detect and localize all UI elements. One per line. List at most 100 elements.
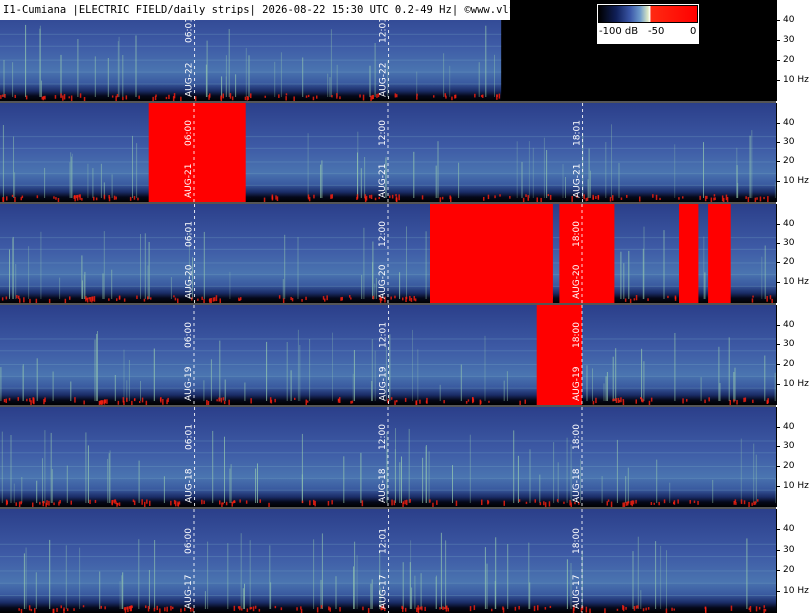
floor-noise — [39, 501, 41, 505]
floor-noise — [126, 397, 128, 402]
floor-noise — [503, 500, 505, 506]
floor-noise — [682, 196, 684, 199]
axis-tick-label: 30 — [783, 137, 795, 147]
activity-streak — [297, 237, 299, 299]
floor-noise — [525, 501, 528, 504]
floor-noise — [451, 96, 453, 101]
activity-streak — [229, 271, 231, 299]
date-label-2: AUG-17 — [572, 575, 582, 609]
floor-noise — [757, 499, 759, 502]
floor-noise — [300, 608, 303, 613]
floor-noise — [70, 500, 72, 505]
activity-streak — [307, 133, 309, 198]
floor-noise — [549, 194, 552, 200]
floor-noise — [231, 501, 233, 507]
floor-noise — [642, 608, 645, 612]
activity-streak — [751, 130, 753, 198]
activity-streak — [52, 371, 54, 401]
floor-noise — [472, 397, 474, 402]
floor-noise — [178, 501, 181, 505]
activity-streak — [121, 575, 123, 609]
floor-noise — [218, 397, 220, 402]
floor-noise — [250, 606, 253, 610]
time-marker-label-1: 12:01 — [379, 322, 389, 348]
floor-noise — [733, 399, 735, 403]
floor-noise — [44, 397, 46, 403]
floor-noise — [264, 95, 266, 98]
floor-noise — [328, 606, 330, 611]
activity-streak — [39, 25, 41, 98]
floor-noise — [6, 500, 8, 505]
axis-tick-label: 40 — [783, 524, 795, 534]
activity-streak — [71, 153, 73, 198]
activity-streak — [221, 76, 223, 97]
floor-noise — [307, 94, 310, 98]
floor-noise — [173, 93, 176, 99]
floor-noise — [496, 94, 498, 97]
floor-noise — [74, 195, 76, 198]
floor-noise — [446, 605, 448, 609]
floor-noise — [416, 93, 418, 97]
floor-noise — [81, 197, 83, 201]
activity-streak — [103, 231, 105, 299]
activity-streak — [274, 61, 276, 97]
floor-noise — [100, 605, 102, 609]
activity-streak — [478, 62, 480, 97]
floor-noise — [56, 607, 58, 612]
activity-streak — [245, 47, 247, 97]
activity-streak — [335, 576, 337, 609]
date-label-1: AUG-19 — [379, 366, 389, 401]
activity-streak — [49, 539, 51, 609]
floor-noise — [655, 194, 658, 200]
floor-noise — [616, 608, 619, 611]
floor-noise — [167, 397, 169, 403]
floor-noise — [312, 96, 315, 101]
activity-streak — [70, 152, 72, 198]
activity-streak — [416, 71, 418, 97]
activity-streak — [336, 64, 338, 97]
floor-noise — [5, 398, 7, 404]
activity-streak — [282, 279, 284, 299]
floor-noise — [69, 296, 71, 300]
activity-streak — [546, 150, 548, 198]
activity-streak — [206, 40, 208, 97]
floor-noise — [374, 197, 377, 201]
activity-streak — [360, 452, 362, 503]
floor-noise — [160, 397, 162, 403]
floor-noise — [275, 195, 277, 200]
floor-noise — [416, 96, 418, 100]
date-label-1: AUG-20 — [378, 264, 388, 299]
floor-noise — [402, 297, 404, 301]
floor-noise — [48, 500, 50, 506]
activity-streak — [703, 236, 705, 299]
floor-noise — [633, 606, 636, 611]
floor-noise — [671, 607, 673, 611]
floor-noise — [658, 501, 660, 506]
harmonic-band-1 — [0, 274, 776, 276]
floor-noise — [372, 295, 374, 300]
floor-noise — [635, 605, 638, 609]
floor-noise — [393, 500, 396, 506]
activity-streak — [663, 230, 665, 299]
activity-streak — [734, 367, 736, 401]
floor-noise — [359, 94, 361, 98]
activity-streak — [370, 583, 372, 609]
floor-noise — [627, 501, 629, 506]
activity-streak — [399, 462, 401, 503]
activity-streak — [422, 457, 424, 503]
axis-tick — [776, 123, 780, 124]
floor-noise — [410, 297, 413, 302]
floor-noise — [68, 96, 70, 99]
floor-noise — [370, 194, 373, 200]
activity-streak — [301, 433, 303, 503]
floor-noise — [341, 296, 343, 301]
floor-noise — [66, 608, 69, 612]
floor-noise — [419, 606, 421, 610]
floor-noise — [36, 195, 39, 199]
floor-noise — [756, 197, 758, 200]
axis-tick — [776, 325, 780, 326]
activity-streak — [118, 36, 120, 97]
floor-noise — [18, 608, 20, 611]
floor-noise — [222, 397, 225, 401]
activity-streak — [507, 544, 509, 609]
